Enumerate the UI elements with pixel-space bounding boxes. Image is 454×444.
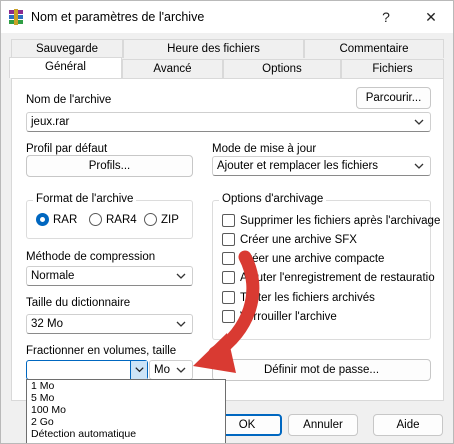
compression-label: Méthode de compression <box>26 251 156 263</box>
tab-label: Fichiers <box>372 63 413 75</box>
checkbox-label: Supprimer les fichiers après l'archivage <box>240 214 441 227</box>
split-label: Fractionner en volumes, taille <box>26 345 177 357</box>
tab-heure-des-fichiers[interactable]: Heure des fichiers <box>123 39 304 58</box>
checkbox-label: Créer une archive compacte <box>240 252 385 265</box>
dropdown-option[interactable]: 2 Go <box>27 416 225 428</box>
dictionary-label: Taille du dictionnaire <box>26 297 131 309</box>
default-profile-label: Profil par défaut <box>26 143 108 155</box>
chevron-down-icon <box>176 273 186 279</box>
update-mode-combo[interactable]: Ajouter et remplacer les fichiers <box>212 156 431 176</box>
close-icon: ✕ <box>425 8 437 25</box>
tab-options[interactable]: Options <box>223 59 341 78</box>
dictionary-combo[interactable]: 32 Mo <box>26 314 193 334</box>
dropdown-option[interactable]: Détection automatique <box>27 428 225 440</box>
option-delete-after-checkbox[interactable]: Supprimer les fichiers après l'archivage <box>222 214 440 227</box>
dictionary-value: 32 Mo <box>31 318 63 330</box>
chevron-down-icon <box>176 321 186 327</box>
format-rar-radio[interactable]: RAR <box>36 213 77 226</box>
dropdown-option[interactable]: 5 Mo <box>27 392 225 404</box>
window-title: Nom et paramètres de l'archive <box>31 10 205 24</box>
archiving-options-title: Options d'archivage <box>219 193 327 205</box>
checkbox-label: Créer une archive SFX <box>240 233 357 246</box>
chevron-down-icon <box>176 367 186 373</box>
checkbox-label: Verrouiller l'archive <box>240 310 337 323</box>
option-sfx-checkbox[interactable]: Créer une archive SFX <box>222 233 357 246</box>
radio-label: RAR <box>53 213 78 226</box>
checkbox-icon <box>222 271 235 284</box>
checkbox-label: Ajouter l'enregistrement de restauratio <box>240 271 435 284</box>
title-bar: Nom et paramètres de l'archive ? ✕ <box>1 1 453 33</box>
help-button[interactable]: Aide <box>373 414 443 436</box>
chevron-down-icon <box>414 163 424 169</box>
tab-label: Commentaire <box>339 43 409 55</box>
browse-button[interactable]: Parcourir... <box>356 87 431 109</box>
dropdown-option[interactable]: 100 Mo <box>27 404 225 416</box>
checkbox-icon <box>222 252 235 265</box>
tab-label: Avancé <box>153 63 192 75</box>
tab-general[interactable]: Général <box>9 57 122 78</box>
profiles-button[interactable]: Profils... <box>26 155 193 177</box>
compression-value: Normale <box>31 270 75 282</box>
archive-name-label: Nom de l'archive <box>26 94 112 106</box>
split-size-dropdown-list: 1 Mo 5 Mo 100 Mo 2 Go Détection automati… <box>26 379 226 443</box>
radio-label: ZIP <box>161 213 179 226</box>
tab-sauvegarde[interactable]: Sauvegarde <box>11 39 123 58</box>
radio-icon <box>144 213 157 226</box>
checkbox-icon <box>222 214 235 227</box>
option-lock-checkbox[interactable]: Verrouiller l'archive <box>222 310 337 323</box>
format-rar4-radio[interactable]: RAR4 <box>89 213 137 226</box>
split-dropdown-toggle[interactable] <box>130 361 147 379</box>
split-size-combo[interactable] <box>26 360 148 380</box>
archive-dialog: Nom et paramètres de l'archive ? ✕ Sauve… <box>0 0 454 444</box>
update-mode-label: Mode de mise à jour <box>212 143 317 155</box>
update-mode-value: Ajouter et remplacer les fichiers <box>217 160 379 172</box>
dropdown-option[interactable]: 1 Mo <box>27 380 225 392</box>
winrar-icon <box>9 9 23 25</box>
checkbox-icon <box>222 233 235 246</box>
close-button[interactable]: ✕ <box>409 1 453 33</box>
set-password-button[interactable]: Définir mot de passe... <box>212 359 431 381</box>
tab-avance[interactable]: Avancé <box>122 59 223 78</box>
option-solid-checkbox[interactable]: Créer une archive compacte <box>222 252 384 265</box>
checkbox-icon <box>222 310 235 323</box>
option-test-checkbox[interactable]: Tester les fichiers archivés <box>222 291 375 304</box>
tab-label: Sauvegarde <box>35 43 99 55</box>
format-zip-radio[interactable]: ZIP <box>144 213 179 226</box>
chevron-down-icon <box>135 367 144 373</box>
tab-label: Général <box>45 61 86 73</box>
tab-commentaire[interactable]: Commentaire <box>304 39 444 58</box>
archive-name-value: jeux.rar <box>31 116 70 128</box>
checkbox-label: Tester les fichiers archivés <box>240 291 375 304</box>
option-recovery-checkbox[interactable]: Ajouter l'enregistrement de restauratio <box>222 271 435 284</box>
split-unit-value: Mo <box>154 364 170 376</box>
archive-name-combo[interactable]: jeux.rar <box>26 112 431 132</box>
split-unit-combo[interactable]: Mo <box>149 360 193 380</box>
checkbox-icon <box>222 291 235 304</box>
compression-combo[interactable]: Normale <box>26 266 193 286</box>
chevron-down-icon <box>414 119 424 125</box>
radio-selected-icon <box>36 213 49 226</box>
question-icon: ? <box>382 9 390 25</box>
archive-format-title: Format de l'archive <box>33 193 137 205</box>
tab-label: Heure des fichiers <box>167 43 260 55</box>
radio-icon <box>89 213 102 226</box>
tab-label: Options <box>262 63 302 75</box>
tab-fichiers[interactable]: Fichiers <box>341 59 444 78</box>
radio-label: RAR4 <box>106 213 137 226</box>
cancel-button[interactable]: Annuler <box>288 414 358 436</box>
help-title-button[interactable]: ? <box>364 1 408 33</box>
